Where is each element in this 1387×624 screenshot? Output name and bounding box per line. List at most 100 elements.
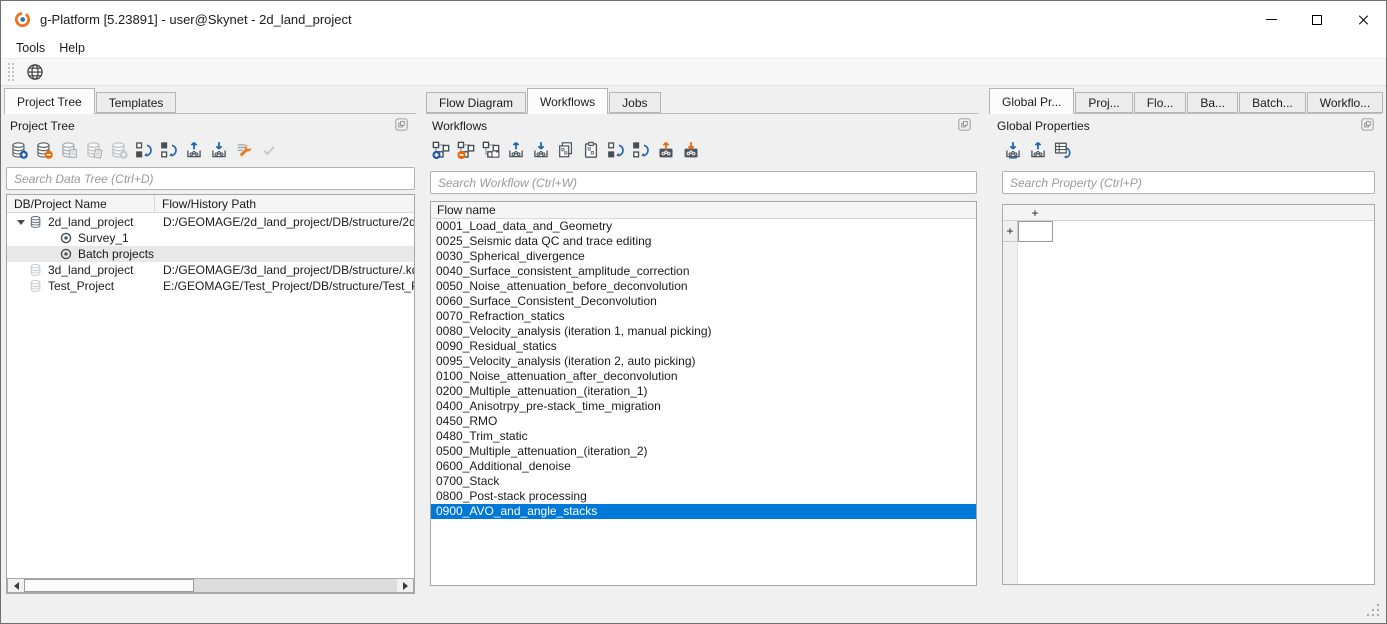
refresh-properties-icon[interactable] <box>1054 141 1072 159</box>
workflows-panel-title: Workflows <box>432 119 487 133</box>
menu-help[interactable]: Help <box>52 38 92 58</box>
remove-database-icon[interactable] <box>35 141 53 159</box>
minimize-button[interactable] <box>1248 1 1294 38</box>
tab-flow-diagram[interactable]: Flow Diagram <box>426 92 526 113</box>
workflow-item[interactable]: 0070_Refraction_statics <box>431 309 976 324</box>
workflow-item[interactable]: 0700_Stack <box>431 474 976 489</box>
tab-batch[interactable]: Batch... <box>1239 92 1306 113</box>
column-flow-name[interactable]: Flow name <box>431 202 976 219</box>
download-workflow-icon[interactable] <box>682 141 700 159</box>
project-toolbar <box>4 137 416 163</box>
workflow-item[interactable]: 0050_Noise_attenuation_before_deconvolut… <box>431 279 976 294</box>
scrollbar-thumb[interactable] <box>24 579 194 592</box>
copy-icon[interactable] <box>557 141 575 159</box>
import-properties-icon[interactable] <box>1004 141 1022 159</box>
workflow-item[interactable]: 0080_Velocity_analysis (iteration 1, man… <box>431 324 976 339</box>
workflow-item[interactable]: 0100_Noise_attenuation_after_deconvoluti… <box>431 369 976 384</box>
globe-icon[interactable] <box>23 60 47 84</box>
duplicate-database-icon[interactable] <box>85 141 103 159</box>
tree-row[interactable]: Test_ProjectE:/GEOMAGE/Test_Project/DB/s… <box>7 278 414 294</box>
workflow-item[interactable]: 0600_Additional_denoise <box>431 459 976 474</box>
property-search-input[interactable] <box>1002 171 1375 194</box>
column-flow-history-path[interactable]: Flow/History Path <box>155 195 414 212</box>
tab-workflows[interactable]: Workflows <box>527 88 608 114</box>
add-workflow-icon[interactable] <box>432 141 450 159</box>
workflow-item[interactable]: 0500_Multiple_attenuation_(iteration_2) <box>431 444 976 459</box>
tree-row[interactable]: 3d_land_projectD:/GEOMAGE/3d_land_projec… <box>7 262 414 278</box>
tree-row[interactable]: Survey_1 <box>7 230 414 246</box>
scroll-right-button[interactable] <box>397 579 413 592</box>
tab-project-tree[interactable]: Project Tree <box>4 88 95 114</box>
menubar: ToolsHelp <box>1 38 1386 58</box>
add-column-button[interactable]: + <box>1018 205 1052 221</box>
workflow-item[interactable]: 0900_AVO_and_angle_stacks <box>431 504 976 519</box>
close-button[interactable] <box>1340 1 1386 38</box>
copy-database-icon[interactable] <box>60 141 78 159</box>
tab-jobs[interactable]: Jobs <box>609 92 660 113</box>
workflow-list: Flow name 0001_Load_data_and_Geometry002… <box>430 201 977 586</box>
workflow-item[interactable]: 0060_Surface_Consistent_Deconvolution <box>431 294 976 309</box>
float-panel-icon[interactable] <box>1361 118 1377 134</box>
validate-icon[interactable] <box>260 141 278 159</box>
paste-icon[interactable] <box>582 141 600 159</box>
workflow-item[interactable]: 0040_Surface_consistent_amplitude_correc… <box>431 264 976 279</box>
workflow-item[interactable]: 0090_Residual_statics <box>431 339 976 354</box>
export-box-icon[interactable] <box>185 141 203 159</box>
export-box-icon[interactable] <box>507 141 525 159</box>
scroll-left-button[interactable] <box>8 579 24 592</box>
tab-flo[interactable]: Flo... <box>1134 92 1187 113</box>
tree-row[interactable]: 2d_land_projectD:/GEOMAGE/2d_land_projec… <box>7 214 414 230</box>
workflow-item[interactable]: 0200_Multiple_attenuation_(iteration_1) <box>431 384 976 399</box>
workflow-item[interactable]: 0480_Trim_static <box>431 429 976 444</box>
menu-tools[interactable]: Tools <box>9 38 52 58</box>
tree-item-label: Survey_1 <box>78 231 129 245</box>
upload-workflow-icon[interactable] <box>657 141 675 159</box>
expander-icon[interactable] <box>13 220 29 225</box>
reload-icon[interactable] <box>135 141 153 159</box>
resize-grip-icon[interactable] <box>1367 604 1381 618</box>
maximize-button[interactable] <box>1294 1 1340 38</box>
redo-icon[interactable] <box>632 141 650 159</box>
scrollbar-track[interactable] <box>194 579 397 592</box>
properties-panel-header: Global Properties <box>989 116 1382 136</box>
undo-icon[interactable] <box>607 141 625 159</box>
toolbar-grip-handle[interactable] <box>8 63 14 81</box>
export-properties-icon[interactable] <box>1029 141 1047 159</box>
tree-row[interactable]: Batch projects <box>7 246 414 262</box>
import-box-icon[interactable] <box>210 141 228 159</box>
tab-ba[interactable]: Ba... <box>1187 92 1238 113</box>
database-icon <box>29 215 43 229</box>
tab-workflo[interactable]: Workflo... <box>1307 92 1383 113</box>
row-header-strip <box>1003 221 1018 584</box>
tree-item-label: 3d_land_project <box>48 263 133 277</box>
add-row-button[interactable]: + <box>1003 221 1018 242</box>
add-database-icon[interactable] <box>10 141 28 159</box>
project-panel-body: Project Tree DB/Project Name Flow/Histor… <box>4 113 416 596</box>
workflow-item[interactable]: 0001_Load_data_and_Geometry <box>431 219 976 234</box>
workflow-item[interactable]: 0450_RMO <box>431 414 976 429</box>
float-panel-icon[interactable] <box>958 118 974 134</box>
tab-templates[interactable]: Templates <box>96 92 177 113</box>
tab-proj[interactable]: Proj... <box>1075 92 1132 113</box>
horizontal-scrollbar[interactable] <box>7 578 414 593</box>
clear-database-icon[interactable] <box>110 141 128 159</box>
survey-icon <box>59 231 73 245</box>
float-panel-icon[interactable] <box>395 118 411 134</box>
workflow-item[interactable]: 0030_Spherical_divergence <box>431 249 976 264</box>
configure-icon[interactable] <box>235 141 253 159</box>
remove-workflow-icon[interactable] <box>457 141 475 159</box>
workflow-search-input[interactable] <box>430 171 977 194</box>
workflow-item[interactable]: 0800_Post-stack processing <box>431 489 976 504</box>
project-search-input[interactable] <box>6 167 415 190</box>
workflow-item[interactable]: 0095_Velocity_analysis (iteration 2, aut… <box>431 354 976 369</box>
tab-global-pr[interactable]: Global Pr... <box>989 88 1074 114</box>
properties-toolbar <box>989 137 1382 163</box>
update-icon[interactable] <box>160 141 178 159</box>
workflow-item[interactable]: 0400_Anisotrpy_pre-stack_time_migration <box>431 399 976 414</box>
import-box-icon[interactable] <box>532 141 550 159</box>
column-db-project-name[interactable]: DB/Project Name <box>7 195 155 212</box>
duplicate-workflow-icon[interactable] <box>482 141 500 159</box>
properties-panel: Global Pr...Proj...Flo...Ba...Batch...Wo… <box>989 87 1382 596</box>
workflow-item[interactable]: 0025_Seismic data QC and trace editing <box>431 234 976 249</box>
property-value-cell[interactable] <box>1018 221 1053 242</box>
